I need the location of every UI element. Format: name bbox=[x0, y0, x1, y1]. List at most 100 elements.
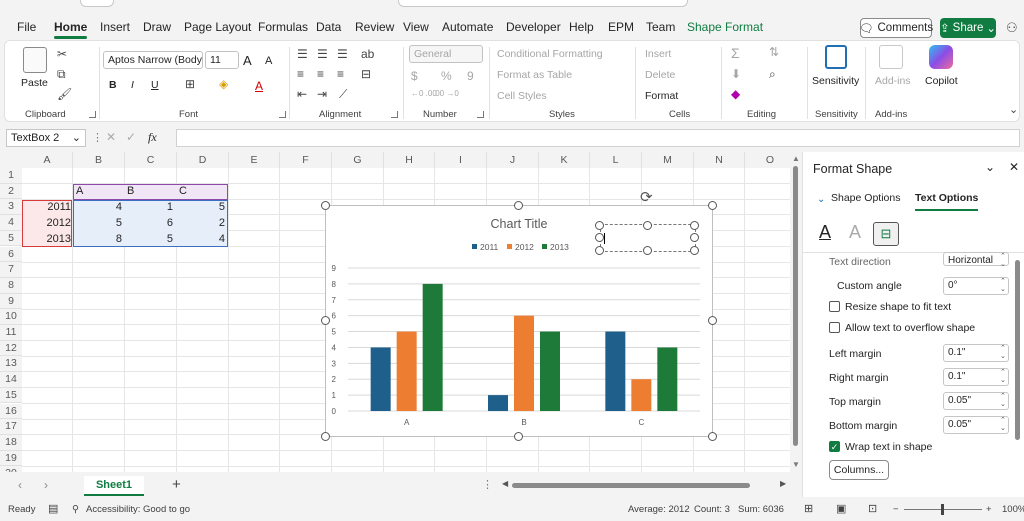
bottom-margin-input[interactable]: 0.05" bbox=[943, 416, 1009, 434]
tab-automate[interactable]: Automate bbox=[442, 20, 493, 34]
cell-d4[interactable]: 2 bbox=[176, 216, 228, 231]
textbox-options-icon[interactable]: ⊟ bbox=[873, 222, 899, 246]
allow-overflow-checkbox[interactable] bbox=[829, 322, 840, 333]
cell-d3[interactable]: 5 bbox=[176, 200, 228, 215]
cell-d2[interactable]: C bbox=[176, 184, 190, 199]
cell-b2[interactable]: A bbox=[73, 184, 86, 199]
textbox-handle[interactable] bbox=[690, 221, 699, 230]
textbox-handle[interactable] bbox=[690, 246, 699, 255]
number-launcher-icon[interactable] bbox=[477, 111, 484, 118]
plot-area[interactable]: 0 1 2 3 4 5 6 7 8 9 A B C bbox=[332, 264, 700, 427]
horizontal-scroll-thumb[interactable] bbox=[512, 483, 750, 488]
increase-indent-icon[interactable]: ⇥ bbox=[317, 87, 327, 101]
row-header-7[interactable]: 7 bbox=[0, 262, 22, 278]
add-ins-button-label[interactable]: Add-ins bbox=[875, 75, 911, 87]
resize-handle[interactable] bbox=[321, 316, 330, 325]
chart-legend[interactable]: 2011 2012 2013 bbox=[472, 242, 569, 252]
percent-icon[interactable]: % bbox=[441, 69, 452, 83]
close-icon[interactable]: ✕ bbox=[1009, 160, 1019, 174]
accessibility-icon[interactable]: ⚲ bbox=[72, 504, 79, 515]
tab-help[interactable]: Help bbox=[569, 20, 594, 34]
fill-color-icon[interactable]: ◈ bbox=[219, 77, 228, 91]
tab-formulas[interactable]: Formulas bbox=[258, 20, 308, 34]
column-header-c[interactable]: C bbox=[125, 152, 177, 168]
resize-shape-checkbox[interactable] bbox=[829, 301, 840, 312]
bar-2011-B[interactable] bbox=[488, 395, 508, 411]
more-options-icon[interactable]: ⋮ bbox=[92, 131, 103, 144]
text-effects-icon[interactable]: A bbox=[849, 222, 861, 243]
copilot-button-label[interactable]: Copilot bbox=[925, 75, 958, 87]
decrease-decimal-icon[interactable]: .00 →0 bbox=[433, 89, 459, 98]
wrap-text-checkbox[interactable]: ✓ bbox=[829, 441, 840, 452]
zoom-out-icon[interactable]: − bbox=[893, 504, 899, 515]
font-name-select[interactable]: Aptos Narrow (Body bbox=[103, 51, 203, 69]
tab-developer[interactable]: Developer bbox=[506, 20, 561, 34]
sensitivity-icon[interactable] bbox=[825, 45, 847, 69]
tab-review[interactable]: Review bbox=[355, 20, 394, 34]
collapse-ribbon-icon[interactable]: ⌄ bbox=[1009, 103, 1018, 116]
count-status[interactable]: Count: 3 bbox=[694, 504, 730, 515]
currency-icon[interactable]: $ bbox=[411, 69, 418, 83]
tab-text-options[interactable]: Text Options bbox=[915, 192, 979, 211]
tab-shape-options[interactable]: Shape Options bbox=[831, 192, 900, 204]
sum-status[interactable]: Sum: 6036 bbox=[738, 504, 784, 515]
accessibility-status[interactable]: Accessibility: Good to go bbox=[86, 504, 190, 515]
textbox-handle[interactable] bbox=[595, 246, 604, 255]
column-header-a[interactable]: A bbox=[22, 152, 73, 168]
insert-cells-button[interactable]: Insert bbox=[645, 48, 671, 60]
column-header-k[interactable]: K bbox=[539, 152, 590, 168]
resize-handle[interactable] bbox=[708, 201, 717, 210]
comma-icon[interactable]: 9 bbox=[467, 69, 474, 83]
borders-icon[interactable]: ⊞ bbox=[185, 77, 195, 91]
share-button[interactable]: ⇪ Share ⌄ bbox=[940, 18, 996, 38]
alignment-launcher-icon[interactable] bbox=[391, 111, 398, 118]
format-painter-icon[interactable]: 🖌 bbox=[57, 87, 72, 101]
rotate-handle-icon[interactable]: ⟳ bbox=[640, 188, 653, 206]
legend-entry[interactable]: 2013 bbox=[550, 242, 569, 252]
bar-2012-C[interactable] bbox=[631, 379, 652, 411]
custom-angle-input[interactable]: 0° bbox=[943, 277, 1009, 295]
font-size-select[interactable]: 11 bbox=[205, 51, 239, 69]
tab-file[interactable]: File bbox=[17, 20, 36, 34]
row-header-3[interactable]: 3 bbox=[0, 199, 22, 216]
vertical-scroll-thumb[interactable] bbox=[793, 166, 798, 446]
row-header-9[interactable]: 9 bbox=[0, 293, 22, 310]
column-header-g[interactable]: G bbox=[332, 152, 384, 168]
column-header-b[interactable]: B bbox=[73, 152, 125, 168]
textbox-handle[interactable] bbox=[690, 233, 699, 242]
bar-2013-C[interactable] bbox=[657, 347, 678, 411]
row-header-14[interactable]: 14 bbox=[0, 372, 22, 388]
text-direction-select[interactable]: Horizontal bbox=[943, 252, 1009, 269]
tab-draw[interactable]: Draw bbox=[143, 20, 171, 34]
delete-cells-button[interactable]: Delete bbox=[645, 69, 675, 81]
name-box[interactable]: TextBox 2 ⌄ bbox=[6, 129, 86, 147]
number-format-select[interactable]: General bbox=[409, 45, 483, 63]
scroll-up-icon[interactable]: ▲ bbox=[792, 154, 800, 163]
clipboard-launcher-icon[interactable] bbox=[89, 111, 96, 118]
cell-c5[interactable]: 5 bbox=[124, 232, 176, 247]
cell-a4[interactable]: 2012 bbox=[22, 216, 74, 231]
bar-2012-A[interactable] bbox=[396, 331, 417, 411]
increase-font-icon[interactable]: A bbox=[243, 53, 252, 68]
bar-2013-B[interactable] bbox=[540, 331, 560, 411]
chart-title[interactable]: Chart Title bbox=[491, 217, 548, 231]
person-icon[interactable]: ⚇ bbox=[1006, 20, 1018, 36]
cut-icon[interactable]: ✂ bbox=[57, 47, 67, 61]
align-right-icon[interactable]: ≡ bbox=[337, 67, 344, 81]
bold-button[interactable]: B bbox=[109, 79, 117, 91]
cell-b3[interactable]: 4 bbox=[73, 200, 125, 215]
pane-options-chevron-icon[interactable]: ⌄ bbox=[985, 160, 995, 174]
find-select-icon[interactable]: ⌕ bbox=[769, 67, 776, 82]
top-margin-input[interactable]: 0.05" bbox=[943, 392, 1009, 410]
zoom-slider-thumb[interactable] bbox=[941, 504, 944, 515]
resize-handle[interactable] bbox=[321, 201, 330, 210]
sensitivity-button-label[interactable]: Sensitivity bbox=[812, 75, 859, 87]
vertical-scrollbar[interactable]: ▲ ▼ bbox=[790, 152, 802, 472]
average-status[interactable]: Average: 2012 bbox=[628, 504, 690, 515]
enter-icon[interactable]: ✓ bbox=[126, 130, 136, 144]
tab-home[interactable]: Home bbox=[54, 20, 88, 39]
cell-a5[interactable]: 2013 bbox=[22, 232, 74, 247]
italic-button[interactable]: I bbox=[131, 79, 134, 91]
top-align-icon[interactable]: ☰ bbox=[297, 47, 308, 61]
row-header-12[interactable]: 12 bbox=[0, 340, 22, 357]
